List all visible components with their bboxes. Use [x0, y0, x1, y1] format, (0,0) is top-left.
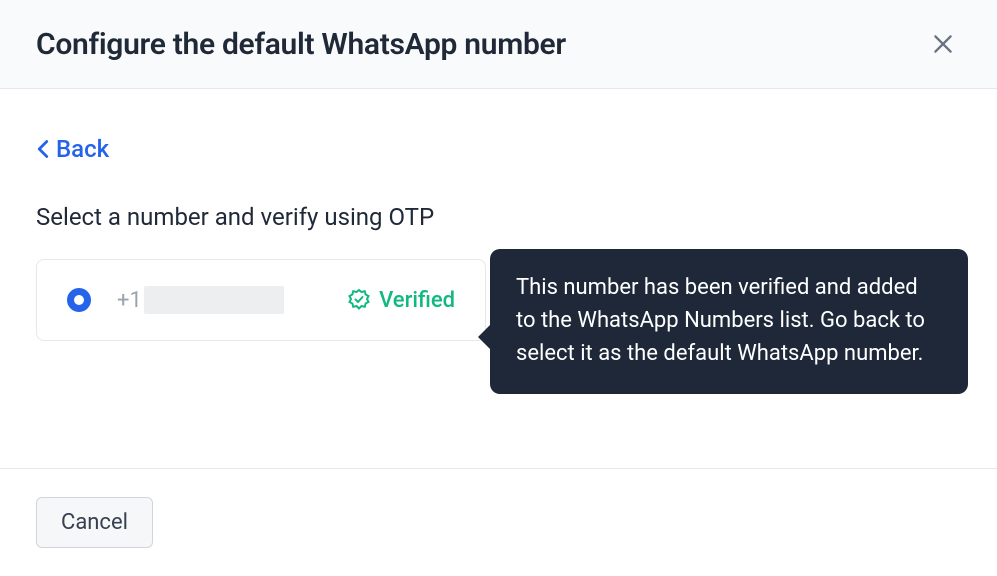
- verified-tooltip: This number has been verified and added …: [490, 249, 968, 394]
- verified-label: Verified: [379, 288, 455, 313]
- instruction-text: Select a number and verify using OTP: [36, 203, 961, 231]
- modal-header: Configure the default WhatsApp number: [0, 0, 997, 89]
- back-link[interactable]: Back: [36, 135, 109, 163]
- tooltip-text: This number has been verified and added …: [516, 275, 925, 366]
- phone-prefix: +1: [117, 288, 142, 313]
- cancel-button[interactable]: Cancel: [36, 497, 153, 548]
- radio-selected[interactable]: [67, 288, 91, 312]
- modal-footer: Cancel: [0, 469, 997, 576]
- phone-number: +1: [117, 286, 284, 314]
- modal-title: Configure the default WhatsApp number: [36, 27, 566, 62]
- configure-whatsapp-modal: Configure the default WhatsApp number Ba…: [0, 0, 997, 576]
- back-label: Back: [56, 135, 109, 163]
- phone-redacted: [144, 286, 284, 314]
- close-button[interactable]: [925, 26, 961, 62]
- verified-badge: Verified: [347, 288, 455, 313]
- verified-icon: [347, 288, 371, 312]
- modal-body: Back Select a number and verify using OT…: [0, 89, 997, 469]
- close-icon: [930, 31, 956, 57]
- chevron-left-icon: [36, 139, 50, 159]
- phone-number-option[interactable]: +1 Verified: [36, 259, 486, 341]
